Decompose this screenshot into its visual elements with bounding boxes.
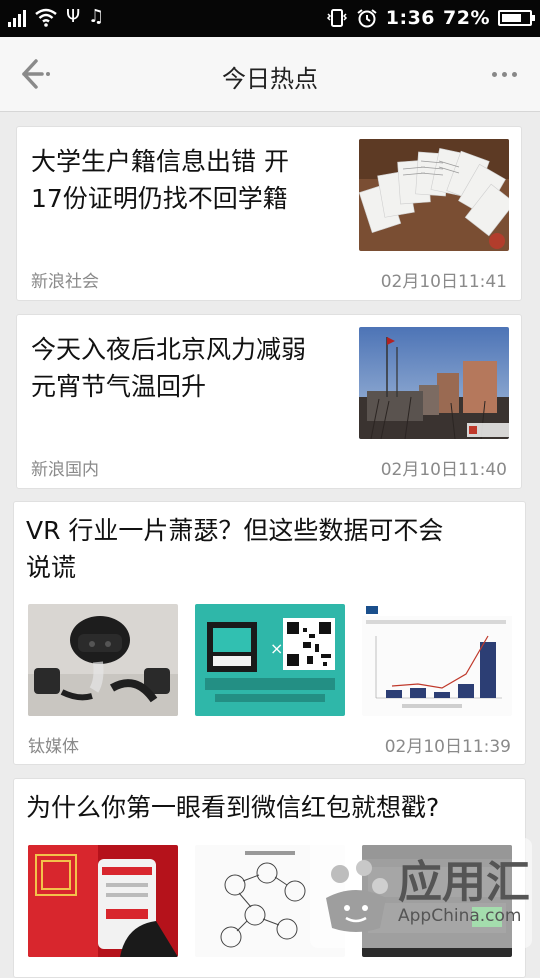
article-time: 02月10日11:41 [380, 272, 507, 292]
article-time: 02月10日11:40 [380, 460, 507, 480]
headline: VR 行业一片萧瑟？但这些数据可不会 说谎 [26, 516, 444, 582]
news-card[interactable]: 大学生户籍信息出错 开 17份证明仍找不回学籍 新浪社会 02月10日11:41 [16, 126, 522, 301]
music-icon: ♫ [88, 6, 105, 27]
more-dot [512, 71, 517, 77]
battery-icon [498, 10, 535, 26]
more-dot [502, 71, 507, 77]
article-source: 钛媒体 [28, 737, 79, 757]
article-source: 新浪国内 [31, 460, 99, 480]
idc-bar-chart [362, 604, 512, 716]
battery-percent: 72% [443, 7, 490, 29]
signal-icon [8, 7, 26, 27]
svg-text:×: × [270, 639, 283, 658]
watermark-subtitle: AppChina.com [398, 906, 522, 926]
vr-headset-photo [28, 604, 178, 716]
app-header: 今日热点 [0, 37, 540, 112]
page-title: 今日热点 [222, 65, 318, 93]
article-time: 02月10日11:39 [384, 737, 511, 757]
headline: 大学生户籍信息出错 开 17份证明仍找不回学籍 [31, 147, 289, 213]
usb-icon: Ψ [66, 6, 81, 27]
status-bar: Ψ ♫ 1:36 72% [0, 0, 540, 37]
qr-code-promo: × [195, 604, 345, 716]
more-button[interactable] [492, 67, 522, 81]
appchina-watermark: 应用汇 AppChina.com [310, 838, 532, 948]
headline: 为什么你第一眼看到微信红包就想戳? [26, 793, 440, 822]
red-envelope-phone-photo [28, 845, 178, 957]
article-source: 新浪社会 [31, 272, 99, 292]
news-card[interactable]: 今天入夜后北京风力减弱 元宵节气温回升 新浪国内 02月10日11:40 [16, 314, 522, 489]
wifi-icon [35, 8, 57, 27]
clock-time: 1:36 [385, 7, 436, 29]
watermark-title: 应用汇 [398, 857, 530, 908]
alarm-icon [357, 9, 377, 28]
vibrate-icon [326, 9, 347, 27]
news-card[interactable]: VR 行业一片萧瑟？但这些数据可不会 说谎 × 钛媒体 02月10日11:39 [13, 501, 526, 765]
appchina-logo-icon [326, 860, 388, 932]
more-dots-icon [492, 71, 497, 77]
documents-photo [359, 139, 509, 251]
beijing-buildings-photo [359, 327, 509, 439]
headline: 今天入夜后北京风力减弱 元宵节气温回升 [31, 335, 307, 401]
